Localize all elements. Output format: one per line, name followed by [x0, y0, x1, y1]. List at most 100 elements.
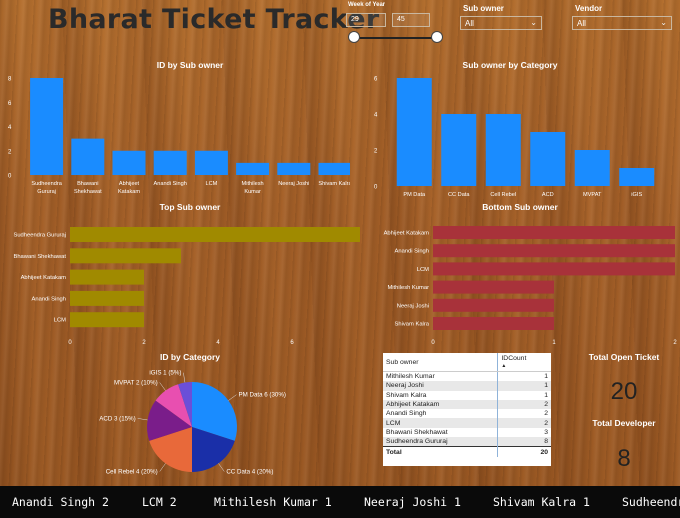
x-tick-label: Cell Rebel — [490, 192, 516, 198]
pie-label: iGIS 1 (5%) — [149, 370, 181, 377]
leader-line — [159, 463, 166, 472]
bar — [277, 162, 311, 175]
vendor-dropdown[interactable]: All ⌄ — [572, 16, 672, 30]
table-cell-sub-owner: Abhijeet Katakam — [383, 399, 498, 410]
x-tick-label: CC Data — [448, 192, 470, 198]
bar — [70, 227, 360, 242]
bar — [433, 244, 675, 258]
bar — [433, 317, 554, 330]
scrolling-ticker: Anandi Singh 2 LCM 2 Mithilesh Kumar 1 N… — [0, 486, 680, 518]
bar — [318, 162, 350, 175]
sub-owner-filter-label: Sub owner — [463, 4, 504, 13]
week-min-input[interactable]: 29 — [346, 13, 386, 27]
y-tick-label: 4 — [374, 113, 378, 119]
y-tick-label: LCM — [417, 267, 429, 273]
x-tick-label: Shekhawat — [74, 189, 102, 195]
x-tick-label: MVPAT — [583, 192, 602, 198]
table-header-idcount[interactable]: IDCount ▲ — [497, 353, 551, 372]
y-tick-label: 6 — [374, 77, 378, 83]
x-tick-label: Neeraj Joshi — [278, 181, 309, 187]
ticker-item: Neeraj Joshi 1 — [364, 495, 461, 509]
table-total-row: Total 20 — [383, 446, 551, 457]
kpi-open-ticket-label: Total Open Ticket — [588, 352, 660, 362]
dashboard-canvas: Bharat Ticket Tracker Week of Year 29 45… — [0, 0, 680, 518]
ticker-item: LCM 2 — [142, 495, 177, 509]
x-tick-label: 0 — [68, 340, 72, 346]
x-tick-label: Kumar — [244, 189, 261, 195]
y-tick-label: LCM — [54, 318, 66, 324]
table-row[interactable]: Shivam Kalra 1 — [383, 390, 551, 400]
table-row[interactable]: Bhawani Shekhawat 3 — [383, 427, 551, 438]
idcount-header-label: IDCount — [501, 355, 527, 362]
y-tick-label: Shivam Kalra — [395, 322, 430, 328]
table-row[interactable]: Mithilesh Kumar 1 — [383, 371, 551, 382]
week-slider-track[interactable] — [354, 37, 438, 39]
x-tick-label: Bhawani — [77, 181, 98, 187]
y-tick-label: 0 — [374, 185, 378, 191]
x-tick-label: 6 — [290, 340, 294, 346]
chart-top-sub-owner: Sudheendra Gururaj Bhawani Shekhawat Abhij… — [13, 227, 360, 346]
chart-title-top-sub-owner: Top Sub owner — [159, 202, 221, 212]
table-row[interactable]: Neeraj Joshi 1 — [383, 381, 551, 391]
table-row[interactable]: Anandi Singh 2 — [383, 409, 551, 419]
sub-owner-dropdown[interactable]: All ⌄ — [460, 16, 542, 30]
bar — [70, 269, 144, 285]
week-max-input[interactable]: 45 — [392, 13, 430, 27]
bar — [433, 280, 554, 294]
ticker-item: Shivam Kalra 1 — [493, 495, 590, 509]
bar — [574, 150, 610, 186]
pie-label: Cell Rebel 4 (20%) — [106, 468, 158, 475]
chart-sub-owner-by-category: 0 2 4 6 PM Data CC Data Cell Rebel ACD MVPAT iGIS — [374, 77, 655, 198]
vendor-filter-label: Vendor — [575, 4, 603, 13]
bar — [71, 138, 105, 175]
ticker-item: Mithilesh Kumar 1 — [214, 495, 332, 509]
table-total-label: Total — [383, 446, 498, 457]
x-tick-label: Anandi Singh — [154, 181, 187, 187]
x-tick-label: Gururaj — [37, 189, 56, 195]
y-tick-label: 2 — [8, 149, 12, 155]
y-tick-label: 8 — [8, 77, 12, 83]
x-tick-label: PM Data — [403, 192, 426, 198]
x-tick-label: 0 — [431, 340, 435, 346]
y-tick-label: 6 — [8, 101, 12, 107]
kpi-developer-label: Total Developer — [592, 418, 656, 428]
y-tick-label: 2 — [374, 149, 378, 155]
table-cell-sub-owner: Mithilesh Kumar — [386, 373, 435, 381]
table-cell-idcount: 3 — [497, 427, 551, 438]
chart-id-by-category: PM Data 6 (30%) CC Data 4 (20%) Cell Rebel… — [99, 370, 286, 476]
y-tick-label: Mithilesh Kumar — [387, 285, 429, 291]
bar — [396, 78, 432, 186]
table-row[interactable]: Sudheendra Gururaj 8 — [383, 437, 551, 447]
x-tick-label: 2 — [142, 340, 146, 346]
y-tick-label: Neeraj Joshi — [397, 303, 429, 309]
x-tick-label: Mithilesh — [242, 181, 264, 187]
bar — [70, 290, 144, 306]
table-cell-idcount: 1 — [497, 390, 551, 400]
chart-id-by-sub-owner: 0 2 4 6 8 Sudheendra Gururaj Bhawani Shekhawat Ab… — [8, 77, 350, 195]
table-row[interactable]: Abhijeet Katakam 2 — [383, 399, 551, 410]
bar — [236, 162, 270, 175]
x-tick-label: Abhijeet — [119, 181, 140, 187]
y-tick-label: Anandi Singh — [32, 296, 67, 302]
table-row[interactable]: LCM 2 — [383, 418, 551, 428]
x-tick-label: Sudheendra — [31, 181, 62, 187]
sort-ascending-icon: ▲ — [501, 363, 507, 369]
table-cell-idcount: 8 — [497, 437, 551, 447]
ticker-item: Sudheendr — [622, 495, 680, 509]
bar — [619, 168, 655, 186]
table-cell-idcount: 2 — [497, 418, 551, 428]
page-title: Bharat Ticket Tracker — [48, 4, 380, 35]
week-slider-high-handle[interactable] — [431, 31, 443, 43]
week-slider-low-handle[interactable] — [348, 31, 360, 43]
leader-line — [228, 394, 237, 401]
y-tick-label: Bhawani Shekhawat — [13, 254, 66, 260]
leader-line — [183, 372, 186, 383]
bar — [70, 248, 181, 264]
y-tick-label: Abhijeet Katakam — [384, 231, 430, 237]
table-cell-sub-owner: Sudheendra Gururaj — [383, 437, 498, 447]
bar — [112, 150, 146, 175]
bar — [433, 226, 675, 239]
table-header-sub-owner[interactable]: Sub owner — [383, 353, 498, 372]
y-tick-label: 0 — [8, 174, 12, 180]
x-tick-label: Katakam — [118, 189, 140, 195]
